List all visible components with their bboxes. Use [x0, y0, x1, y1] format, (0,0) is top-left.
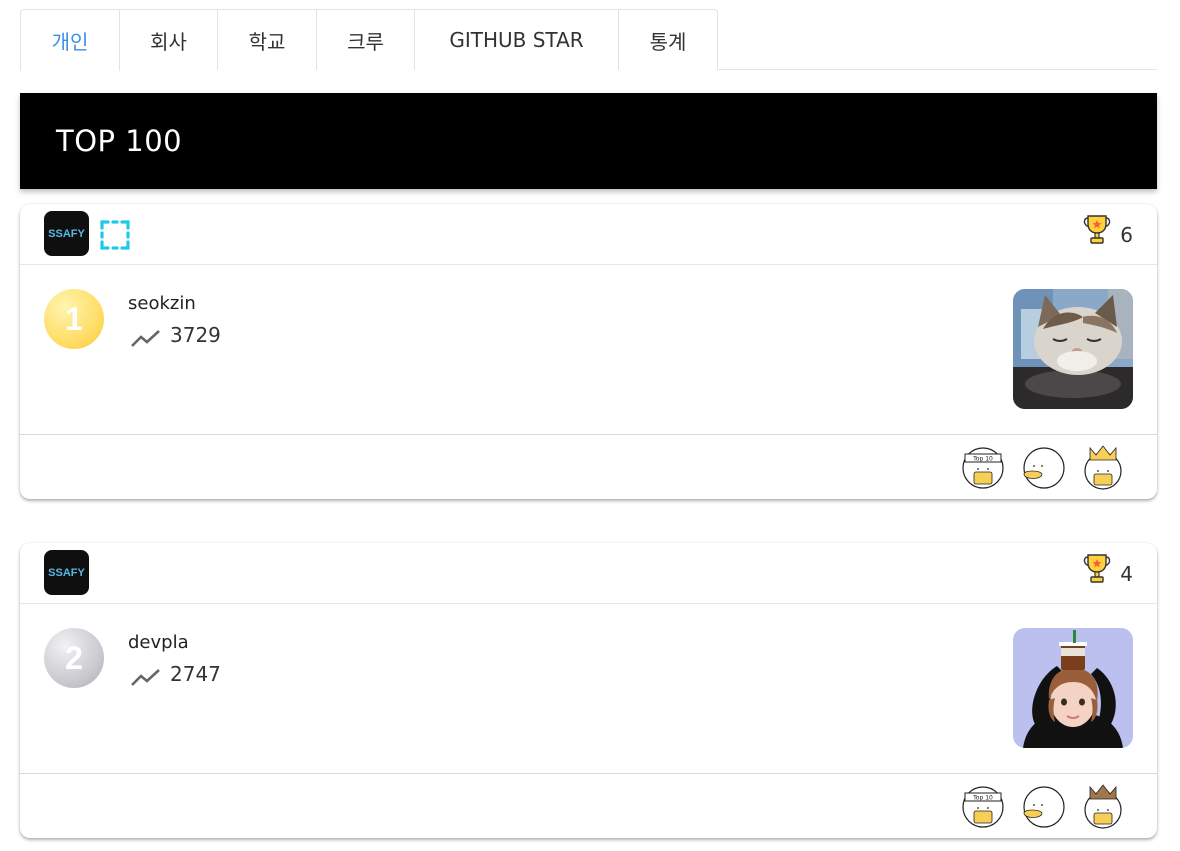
tab-statistics[interactable]: 통계: [619, 9, 718, 70]
ranking-card[interactable]: SSAFY 6 1 seokzin 3729 Top 10: [20, 204, 1157, 499]
rank-medal: 1: [44, 289, 104, 349]
character-avatar-image: [1013, 628, 1133, 748]
cat-photo-image: [1013, 289, 1133, 409]
trending-up-icon: [131, 330, 160, 347]
card-body: 2 devpla 2747: [20, 604, 1157, 774]
top10-label: Top 10: [972, 795, 993, 802]
card-header: SSAFY 4: [20, 543, 1157, 604]
tab-list: 개인 회사 학교 크루 GITHUB STAR 통계: [20, 9, 1157, 71]
badge-row: Top 10: [20, 435, 1157, 498]
card-header: SSAFY 6: [20, 204, 1157, 265]
tab-personal[interactable]: 개인: [20, 9, 120, 71]
ssafy-logo[interactable]: SSAFY: [44, 550, 89, 595]
trophy-count: 4: [1120, 562, 1133, 586]
tab-github-star[interactable]: GITHUB STAR: [415, 9, 619, 70]
top10-badge-icon[interactable]: Top 10: [960, 444, 1006, 490]
avatar-cat-photo[interactable]: [1013, 289, 1133, 409]
score-value: 2747: [170, 662, 221, 686]
crown-badge-icon[interactable]: [1080, 783, 1126, 829]
duck-badge-icon[interactable]: [1020, 783, 1066, 829]
crew-icon[interactable]: [100, 219, 130, 251]
ssafy-logo[interactable]: SSAFY: [44, 211, 89, 256]
trophy-icon: [1083, 554, 1111, 583]
avatar-character[interactable]: [1013, 628, 1133, 748]
badge-row: Top 10: [20, 774, 1157, 837]
top10-label: Top 10: [972, 456, 993, 463]
ranking-tabs: 개인 회사 학교 크루 GITHUB STAR 통계: [20, 9, 1157, 71]
username[interactable]: seokzin: [128, 293, 196, 314]
score-value: 3729: [170, 323, 221, 347]
tab-crew[interactable]: 크루: [317, 9, 415, 70]
trending-up-icon: [131, 669, 160, 686]
tab-company[interactable]: 회사: [120, 9, 218, 70]
duck-badge-icon[interactable]: [1020, 444, 1066, 490]
top-banner: TOP 100: [20, 93, 1157, 189]
rank-medal: 2: [44, 628, 104, 688]
card-body: 1 seokzin 3729: [20, 265, 1157, 435]
tab-school[interactable]: 학교: [218, 9, 317, 70]
trophy-icon: [1083, 215, 1111, 244]
banner-title: TOP 100: [56, 124, 183, 158]
username[interactable]: devpla: [128, 632, 189, 653]
trophy-count: 6: [1120, 223, 1133, 247]
ranking-card[interactable]: SSAFY 4 2 devpla 2747 Top 10: [20, 543, 1157, 838]
crown-badge-icon[interactable]: [1080, 444, 1126, 490]
top10-badge-icon[interactable]: Top 10: [960, 783, 1006, 829]
